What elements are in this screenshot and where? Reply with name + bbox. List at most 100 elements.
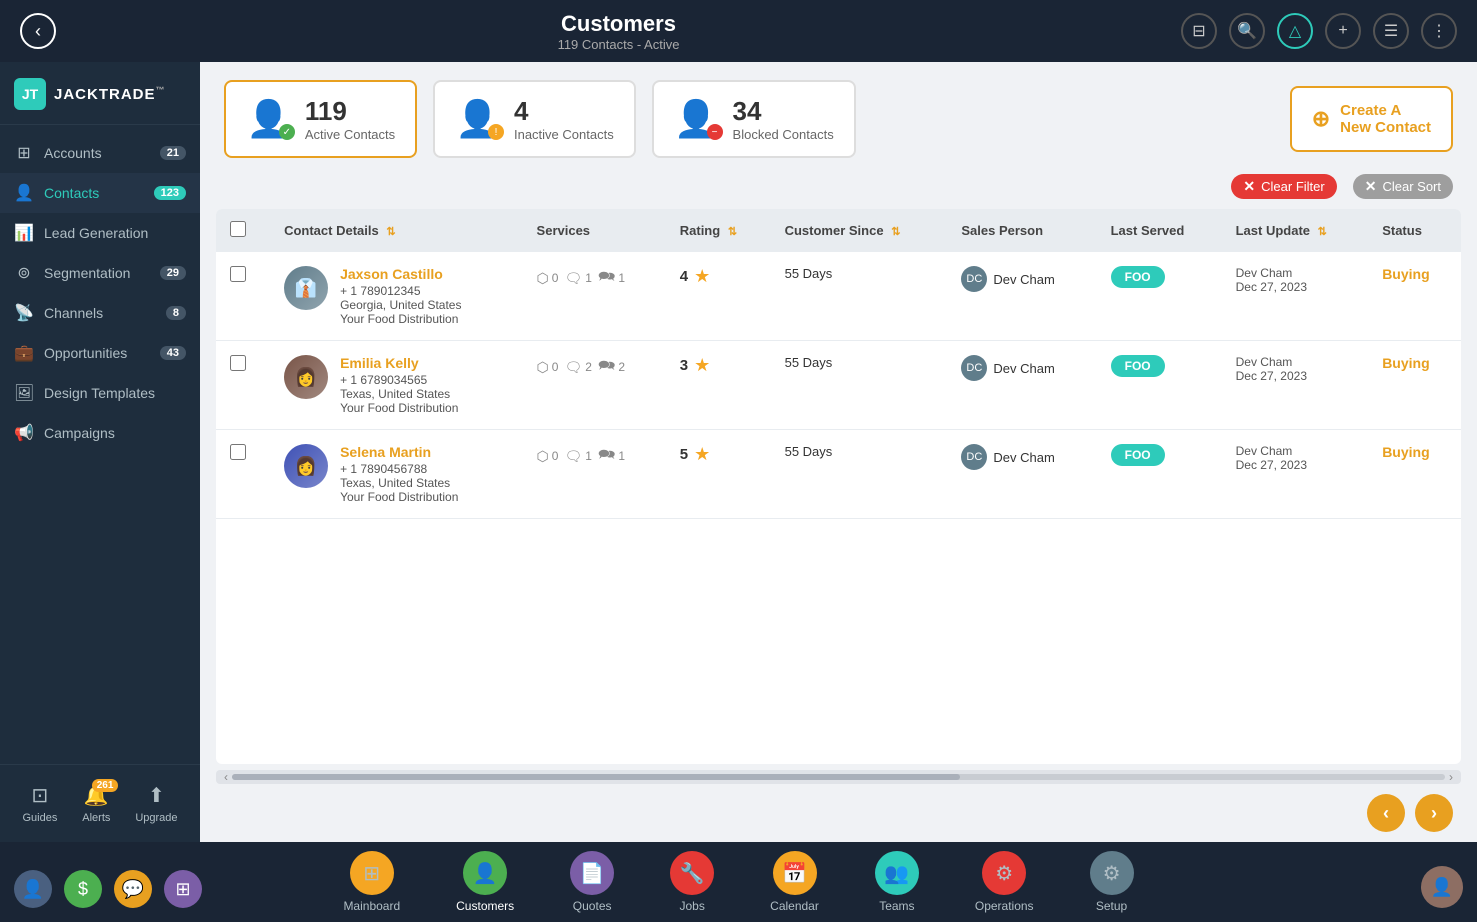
customers-icon: 👤 bbox=[463, 851, 507, 895]
row3-lu-date: Dec 27, 2023 bbox=[1236, 458, 1355, 472]
col-contact-details[interactable]: Contact Details ⇅ bbox=[270, 209, 522, 252]
sidebar-item-channels[interactable]: 📡 Channels 8 bbox=[0, 293, 200, 333]
tab-jobs[interactable]: 🔧 Jobs bbox=[642, 843, 742, 921]
accounts-badge: 21 bbox=[160, 146, 186, 160]
top-header: ‹ Customers 119 Contacts - Active ⊟ 🔍 △ … bbox=[0, 0, 1477, 62]
header-left: ‹ bbox=[20, 13, 56, 49]
create-new-contact-button[interactable]: ⊕ Create A New Contact bbox=[1290, 86, 1453, 152]
inactive-status-badge: ! bbox=[488, 124, 504, 140]
active-label: Active Contacts bbox=[305, 127, 395, 142]
lead-gen-icon: 📊 bbox=[14, 223, 34, 243]
row3-checkbox-cell bbox=[216, 430, 270, 519]
sidebar-item-accounts[interactable]: ⊞ Accounts 21 bbox=[0, 133, 200, 173]
tab-operations[interactable]: ⚙ Operations bbox=[947, 843, 1062, 921]
tab-calendar[interactable]: 📅 Calendar bbox=[742, 843, 847, 921]
row1-service-2: 🗪1 bbox=[598, 266, 625, 290]
create-plus-icon: ⊕ bbox=[1312, 106, 1330, 132]
scroll-right-arrow[interactable]: › bbox=[1445, 770, 1457, 784]
row2-service-2: 🗪2 bbox=[598, 355, 625, 379]
row2-rating-cell: 3 ★ bbox=[666, 341, 771, 430]
prev-page-button[interactable]: ‹ bbox=[1367, 794, 1405, 832]
row1-checkbox[interactable] bbox=[230, 266, 246, 282]
tab-customers-label: Customers bbox=[456, 899, 514, 913]
back-button[interactable]: ‹ bbox=[20, 13, 56, 49]
row3-service1-icon: 🗨 bbox=[564, 448, 582, 465]
row2-lu-date: Dec 27, 2023 bbox=[1236, 369, 1355, 383]
sidebar-bottom-icons: ⊡ Guides 🔔 261 Alerts ⬆ Upgrade bbox=[0, 775, 200, 832]
row1-avatar: 👔 bbox=[284, 266, 328, 310]
row3-service2-icon: 🗪 bbox=[598, 444, 615, 468]
sidebar-item-lead-generation[interactable]: 📊 Lead Generation bbox=[0, 213, 200, 253]
inactive-contacts-card[interactable]: 👤 ! 4 Inactive Contacts bbox=[433, 80, 636, 158]
horizontal-scrollbar[interactable]: ‹ › bbox=[216, 770, 1461, 784]
scroll-left-arrow[interactable]: ‹ bbox=[220, 770, 232, 784]
row3-sp-name: Dev Cham bbox=[993, 450, 1054, 465]
row2-checkbox[interactable] bbox=[230, 355, 246, 371]
active-contacts-card[interactable]: 👤 ✓ 119 Active Contacts bbox=[224, 80, 417, 158]
row3-checkbox[interactable] bbox=[230, 444, 246, 460]
row3-service-2: 🗪1 bbox=[598, 444, 625, 468]
search-icon-btn[interactable]: 🔍 bbox=[1229, 13, 1265, 49]
bottom-chat-icon[interactable]: 💬 bbox=[114, 870, 152, 908]
keyboard-icon-btn[interactable]: ⊟ bbox=[1181, 13, 1217, 49]
row3-name[interactable]: Selena Martin bbox=[340, 444, 458, 460]
tab-teams[interactable]: 👥 Teams bbox=[847, 843, 947, 921]
row3-contact-cell: 👩 Selena Martin + 1 7890456788 Texas, Un… bbox=[270, 430, 522, 519]
alerts-label: Alerts bbox=[82, 812, 110, 824]
filter-icon-btn[interactable]: △ bbox=[1277, 13, 1313, 49]
sidebar-item-campaigns[interactable]: 📢 Campaigns bbox=[0, 413, 200, 453]
upgrade-nav-item[interactable]: ⬆ Upgrade bbox=[135, 783, 177, 824]
profile-avatar[interactable]: 👤 bbox=[1421, 866, 1463, 908]
clear-sort-button[interactable]: ✕ Clear Sort bbox=[1353, 174, 1453, 199]
row3-sp-avatar: DC bbox=[961, 444, 987, 470]
row3-phone: + 1 7890456788 bbox=[340, 462, 458, 476]
more-icon-btn[interactable]: ⋮ bbox=[1421, 13, 1457, 49]
sidebar-item-segmentation[interactable]: ⊚ Segmentation 29 bbox=[0, 253, 200, 293]
guides-icon: ⊡ bbox=[32, 783, 49, 808]
bottom-grid-icon[interactable]: ⊞ bbox=[164, 870, 202, 908]
sidebar-item-opportunities[interactable]: 💼 Opportunities 43 bbox=[0, 333, 200, 373]
row1-name[interactable]: Jaxson Castillo bbox=[340, 266, 461, 282]
create-btn-line2: New Contact bbox=[1340, 119, 1431, 136]
add-icon-btn[interactable]: + bbox=[1325, 13, 1361, 49]
next-page-button[interactable]: › bbox=[1415, 794, 1453, 832]
tab-setup[interactable]: ⚙ Setup bbox=[1062, 843, 1162, 921]
bottom-person-icon[interactable]: 👤 bbox=[14, 870, 52, 908]
row2-name[interactable]: Emilia Kelly bbox=[340, 355, 458, 371]
tab-quotes[interactable]: 📄 Quotes bbox=[542, 843, 642, 921]
col-last-served: Last Served bbox=[1097, 209, 1222, 252]
row2-service2-icon: 🗪 bbox=[598, 355, 615, 379]
sidebar-label-accounts: Accounts bbox=[44, 145, 102, 161]
guides-nav-item[interactable]: ⊡ Guides bbox=[22, 783, 57, 824]
col-rating[interactable]: Rating ⇅ bbox=[666, 209, 771, 252]
operations-icon: ⚙ bbox=[982, 851, 1026, 895]
contacts-table: Contact Details ⇅ Services Rating ⇅ Cust… bbox=[216, 209, 1461, 519]
row3-status-cell: Buying bbox=[1368, 430, 1461, 519]
row1-last-served-cell: FOO bbox=[1097, 252, 1222, 341]
tab-quotes-label: Quotes bbox=[573, 899, 612, 913]
design-templates-icon: 🖼 bbox=[14, 383, 34, 403]
sidebar-item-design-templates[interactable]: 🖼 Design Templates bbox=[0, 373, 200, 413]
bottom-dollar-icon[interactable]: $ bbox=[64, 870, 102, 908]
row3-services-cell: ⬡0 🗨1 🗪1 bbox=[523, 430, 666, 519]
row1-lu-date: Dec 27, 2023 bbox=[1236, 280, 1355, 294]
alerts-nav-item[interactable]: 🔔 261 Alerts bbox=[82, 783, 110, 824]
tab-mainboard[interactable]: ⊞ Mainboard bbox=[315, 843, 428, 921]
sidebar-item-contacts[interactable]: 👤 Contacts 123 bbox=[0, 173, 200, 213]
sidebar-nav: ⊞ Accounts 21 👤 Contacts 123 📊 Lead Gene… bbox=[0, 125, 200, 764]
tab-operations-label: Operations bbox=[975, 899, 1034, 913]
clear-filter-button[interactable]: ✕ Clear Filter bbox=[1231, 174, 1336, 199]
tab-customers[interactable]: 👤 Customers bbox=[428, 843, 542, 921]
col-customer-since[interactable]: Customer Since ⇅ bbox=[771, 209, 948, 252]
menu-icon-btn[interactable]: ☰ bbox=[1373, 13, 1409, 49]
scroll-thumb[interactable] bbox=[232, 774, 960, 780]
row1-status: Buying bbox=[1382, 266, 1429, 282]
page-subtitle: 119 Contacts - Active bbox=[558, 37, 680, 52]
col-last-update[interactable]: Last Update ⇅ bbox=[1222, 209, 1369, 252]
sidebar-label-segmentation: Segmentation bbox=[44, 265, 130, 281]
blocked-contacts-card[interactable]: 👤 − 34 Blocked Contacts bbox=[652, 80, 856, 158]
select-all-checkbox[interactable] bbox=[230, 221, 246, 237]
row2-days-cell: 55 Days bbox=[771, 341, 948, 430]
row2-phone: + 1 6789034565 bbox=[340, 373, 458, 387]
row3-rating-cell: 5 ★ bbox=[666, 430, 771, 519]
